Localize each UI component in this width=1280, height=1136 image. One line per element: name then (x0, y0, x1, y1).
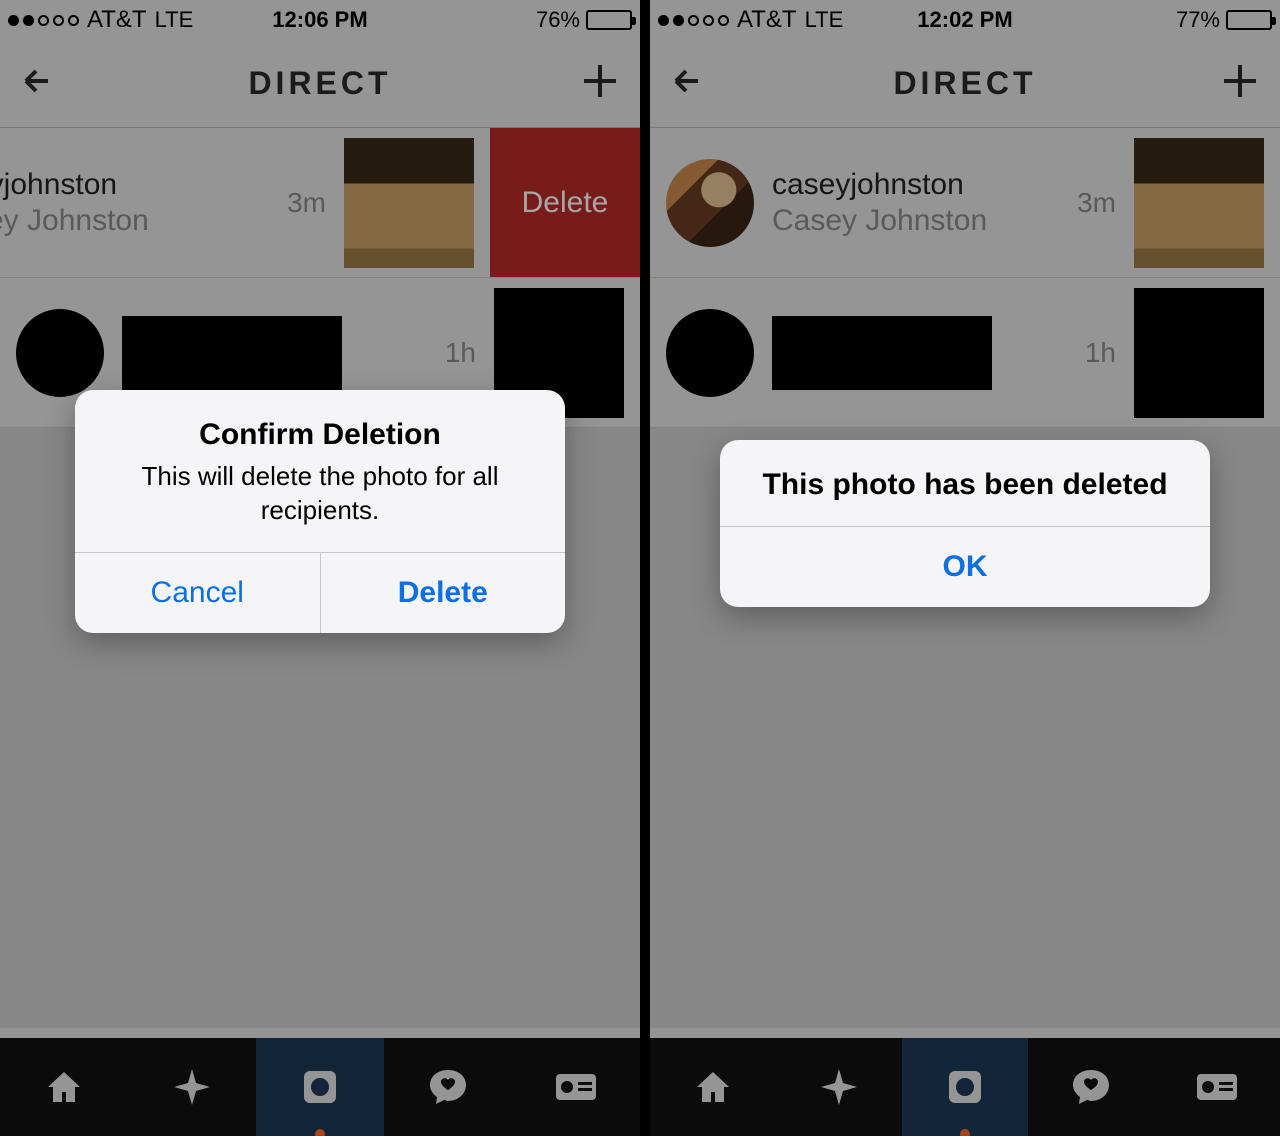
alert-scrim: Confirm Deletion This will delete the ph… (0, 0, 640, 1136)
confirm-deletion-alert: Confirm Deletion This will delete the ph… (75, 390, 565, 633)
ok-button[interactable]: OK (720, 527, 1210, 607)
cancel-button[interactable]: Cancel (75, 553, 320, 633)
screenshot-left: AT&T LTE 12:06 PM 76% DIRECT eyjohnston … (0, 0, 640, 1136)
alert-scrim: This photo has been deleted OK (650, 0, 1280, 1136)
alert-title: Confirm Deletion (103, 418, 537, 452)
screenshot-right: AT&T LTE 12:02 PM 77% DIRECT caseyjohnst… (640, 0, 1280, 1136)
delete-button[interactable]: Delete (320, 553, 566, 633)
alert-title: This photo has been deleted (748, 468, 1182, 502)
alert-message: This will delete the photo for all recip… (103, 460, 537, 528)
deleted-alert: This photo has been deleted OK (720, 440, 1210, 607)
